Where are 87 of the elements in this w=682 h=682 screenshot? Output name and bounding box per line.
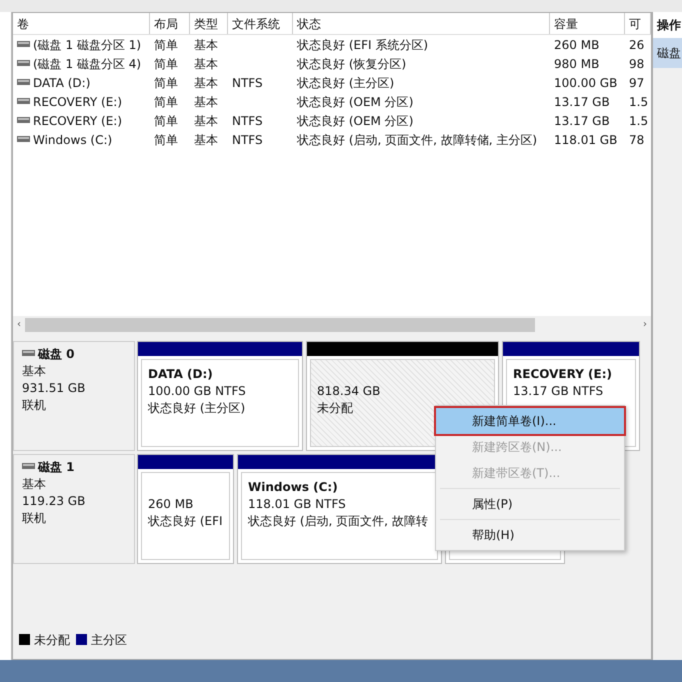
table-cell-text: 基本 — [193, 113, 219, 130]
disk-name: 磁盘 1 — [38, 460, 75, 474]
table-cell-text: 78 — [628, 132, 646, 149]
partition-block[interactable]: DATA (D:) 100.00 GB NTFS 状态良好 (主分区) — [137, 341, 303, 451]
column-header[interactable]: 布局 — [150, 13, 190, 34]
table-cell-text: 13.17 GB — [553, 113, 611, 130]
drive-icon — [22, 463, 35, 469]
partition-status: 未分配 — [317, 400, 353, 417]
table-cell-text: 状态良好 (OEM 分区) — [296, 94, 414, 111]
table-cell-text: 260 MB — [553, 37, 600, 54]
table-cell-text: 13.17 GB — [553, 94, 611, 111]
drive-icon — [17, 41, 30, 47]
disk-status: 联机 — [22, 397, 47, 414]
disk-type: 基本 — [22, 363, 47, 380]
scrollbar-thumb[interactable] — [25, 318, 535, 332]
table-cell-text: 97 — [628, 75, 646, 92]
table-cell: DATA (D:) — [13, 73, 150, 92]
partition-size: 13.17 GB NTFS — [513, 383, 604, 400]
table-cell-text: 状态良好 (EFI 系统分区) — [296, 37, 430, 54]
partition-title: DATA (D:) — [148, 366, 213, 383]
table-cell-text: NTFS — [231, 75, 264, 92]
drive-icon — [17, 79, 30, 85]
table-cell-text: 基本 — [193, 75, 219, 92]
table-cell-text: 简单 — [153, 56, 179, 73]
disk-name: 磁盘 0 — [38, 347, 75, 361]
scroll-right-arrow[interactable]: › — [643, 317, 647, 332]
legend-label: 主分区 — [91, 633, 127, 647]
drive-icon — [17, 136, 30, 142]
legend-label: 未分配 — [34, 633, 70, 647]
table-cell-text: 状态良好 (主分区) — [296, 75, 396, 92]
table-cell-text: 基本 — [193, 132, 219, 149]
table-cell: (磁盘 1 磁盘分区 4) — [13, 54, 150, 73]
table-cell-text: 简单 — [153, 113, 179, 130]
table-cell-text: 98 — [628, 56, 646, 73]
table-cell-text: 1.5 — [628, 113, 650, 130]
table-cell-text: 简单 — [153, 37, 179, 54]
panel-title: 操作 — [653, 12, 682, 38]
table-cell-text: 简单 — [153, 132, 179, 149]
column-header[interactable]: 卷 — [13, 13, 150, 34]
table-cell: Windows (C:) — [13, 130, 150, 149]
table-cell-text: 状态良好 (恢复分区) — [296, 56, 408, 73]
partition-size: 818.34 GB — [317, 383, 380, 400]
table-cell-text: NTFS — [231, 113, 264, 130]
table-cell-text: 118.01 GB — [553, 132, 618, 149]
disk-label-panel[interactable]: 磁盘 1 基本 119.23 GB 联机 — [13, 454, 135, 564]
table-cell-text: 26 — [628, 37, 646, 54]
table-cell-text: 100.00 GB — [553, 75, 618, 92]
column-header[interactable]: 文件系统 — [228, 13, 293, 34]
table-cell-text: 基本 — [193, 37, 219, 54]
partition-block[interactable]: 260 MB 状态良好 (EFI — [137, 454, 234, 564]
disk-type: 基本 — [22, 476, 47, 493]
menu-item[interactable]: 新建简单卷(I)... — [436, 408, 624, 434]
table-cell-text: 980 MB — [553, 56, 600, 73]
partition-block[interactable]: Windows (C:) 118.01 GB NTFS 状态良好 (启动, 页面文件, 故障转 — [237, 454, 442, 564]
scroll-left-arrow[interactable]: ‹ — [17, 317, 21, 332]
table-cell-text: NTFS — [231, 132, 264, 149]
partition-size: 118.01 GB NTFS — [248, 496, 346, 513]
drive-icon — [22, 350, 35, 356]
drive-icon — [17, 98, 30, 104]
partition-status: 状态良好 (启动, 页面文件, 故障转 — [248, 513, 428, 530]
drive-icon — [17, 117, 30, 123]
table-cell-text: 基本 — [193, 56, 219, 73]
partition-status: 状态良好 (EFI — [148, 513, 223, 530]
table-cell: RECOVERY (E:) — [13, 92, 150, 111]
disk-status: 联机 — [22, 510, 47, 527]
column-header[interactable]: 容量 — [550, 13, 625, 34]
drive-icon — [17, 60, 30, 66]
disk-size: 931.51 GB — [22, 380, 86, 397]
partition-status: 状态良好 (主分区) — [148, 400, 246, 417]
table-cell-text: 状态良好 (启动, 页面文件, 故障转储, 主分区) — [296, 132, 538, 149]
table-cell: (磁盘 1 磁盘分区 1) — [13, 35, 150, 54]
table-cell-text: 1.5 — [628, 94, 650, 111]
table-cell: RECOVERY (E:) — [13, 111, 150, 130]
table-cell-text: 简单 — [153, 94, 179, 111]
column-header[interactable]: 状态 — [293, 13, 550, 34]
partition-size: 260 MB — [148, 496, 194, 513]
partition-size: 100.00 GB NTFS — [148, 383, 246, 400]
partition-title: RECOVERY (E:) — [513, 366, 612, 383]
action-item[interactable]: 磁盘 — [653, 38, 682, 68]
table-cell-text: 状态良好 (OEM 分区) — [296, 113, 414, 130]
partition-title: Windows (C:) — [248, 479, 338, 496]
disk-label-panel[interactable]: 磁盘 0 基本 931.51 GB 联机 — [13, 341, 135, 451]
table-cell-text: 简单 — [153, 75, 179, 92]
disk-size: 119.23 GB — [22, 493, 86, 510]
column-header[interactable]: 可 — [625, 13, 651, 34]
table-cell-text: 基本 — [193, 94, 219, 111]
column-header[interactable]: 类型 — [190, 13, 228, 34]
